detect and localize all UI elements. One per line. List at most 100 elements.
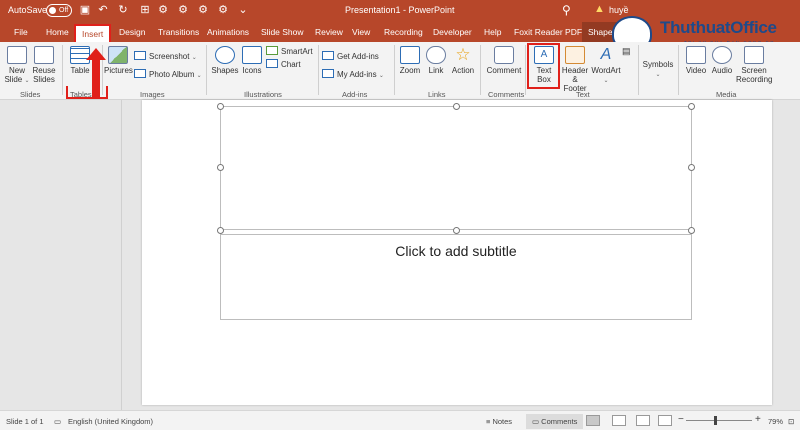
header-footer-icon [565,46,585,64]
annotation-arrow-insert [86,48,106,98]
shapes-button[interactable]: Shapes [210,46,240,75]
chart-button[interactable]: Chart [266,59,301,70]
group-label-comments: Comments [488,90,525,99]
photo-album-button[interactable]: Photo Album ⌄ [134,69,202,82]
slideshow-icon[interactable] [658,415,672,426]
autosave-toggle[interactable]: Off [46,4,72,17]
pictures-button[interactable]: Pictures [104,46,133,75]
notes-label: Notes [492,417,513,426]
tab-design[interactable]: Design [117,22,147,42]
smartart-button[interactable]: SmartArt [266,46,313,57]
proofing-icon[interactable]: ▭ [54,417,61,426]
quick-access-icon-4[interactable]: ⚙ [216,3,230,17]
autosave-state: Off [59,7,69,14]
quick-access-icon[interactable]: ⚙ [156,3,170,17]
fit-to-window-icon[interactable]: ⊡ [788,417,794,426]
resize-handle[interactable] [688,227,695,234]
reuse-slides-button[interactable]: Reuse Slides [31,46,57,84]
tab-animations[interactable]: Animations [205,22,251,42]
language-status[interactable]: English (United Kingdom) [68,417,153,426]
tab-file[interactable]: File [12,22,30,42]
quick-access-icon-3[interactable]: ⚙ [196,3,210,17]
new-slide-button[interactable]: New Slide ⌄ [4,46,30,86]
resize-handle[interactable] [453,103,460,110]
wordart-label: WordArt [591,66,621,75]
undo-icon[interactable]: ↶ [96,3,110,17]
search-icon[interactable]: ⚲ [562,3,571,17]
screen-recording-button[interactable]: Screen Recording [736,46,772,84]
shapes-label: Shapes [211,66,239,75]
reuse-slides-icon [34,46,54,64]
photo-album-label: Photo Album [149,70,195,79]
comment-button[interactable]: Comment [485,46,523,75]
slide-sorter-icon[interactable] [612,415,626,426]
subtitle-placeholder-text[interactable]: Click to add subtitle [221,243,691,259]
header-footer-button[interactable]: Header & Footer [560,46,590,93]
notes-button[interactable]: ≡ Notes [486,417,512,426]
icons-button[interactable]: Icons [240,46,264,75]
slide-canvas[interactable]: Click to add subtitle [142,100,772,405]
wordart-button[interactable]: A WordArt ⌄ [591,46,621,86]
get-addins-button[interactable]: Get Add-ins [322,51,379,62]
tab-view[interactable]: View [350,22,372,42]
symbols-button[interactable]: Symbols ⌄ [642,60,674,80]
comments-button[interactable]: ▭ Comments [526,414,584,429]
audio-button[interactable]: Audio [710,46,734,75]
zoom-level[interactable]: 79% [768,417,783,426]
resize-handle[interactable] [217,227,224,234]
resize-handle[interactable] [688,103,695,110]
video-button[interactable]: Video [684,46,708,75]
save-icon[interactable]: ▣ [78,3,92,17]
header-footer-label-1: Header [561,66,589,75]
zoom-in-icon[interactable]: + [755,414,761,425]
subtitle-placeholder[interactable]: Click to add subtitle [220,234,692,320]
tab-recording[interactable]: Recording [382,22,425,42]
zoom-slider-knob[interactable] [714,416,717,425]
tab-insert[interactable]: Insert [74,24,112,44]
slide-count: Slide 1 of 1 [6,417,44,426]
redo-icon[interactable]: ↻ [116,3,130,17]
title-placeholder[interactable] [220,106,692,230]
tab-review[interactable]: Review [313,22,345,42]
tab-home[interactable]: Home [44,22,71,42]
resize-handle[interactable] [453,227,460,234]
my-addins-button[interactable]: My Add-ins ⌄ [322,69,384,82]
slide-thumbnail-pane[interactable] [0,100,122,410]
autosave-label: AutoSave [8,5,48,15]
resize-handle[interactable] [217,103,224,110]
tab-developer[interactable]: Developer [431,22,474,42]
screenshot-button[interactable]: Screenshot ⌄ [134,51,197,64]
action-button[interactable]: ☆ Action [450,46,476,76]
smartart-label: SmartArt [281,47,313,56]
logo-name: ThuthuatOffice [660,18,777,37]
store-icon [322,51,334,60]
zoom-out-icon[interactable]: − [678,414,684,425]
quick-access-icon-2[interactable]: ⚙ [176,3,190,17]
status-bar: Slide 1 of 1 ▭ English (United Kingdom) … [0,410,800,430]
comment-icon [494,46,514,64]
toggle-knob [49,7,56,14]
resize-handle[interactable] [217,164,224,171]
screen-recording-label-2: Recording [736,75,773,84]
chart-label: Chart [281,60,301,69]
document-title: Presentation1 - PowerPoint [345,5,455,15]
tab-slide-show[interactable]: Slide Show [259,22,306,42]
link-button[interactable]: Link [424,46,448,75]
text-more-icon[interactable]: ▤ [622,46,631,57]
tab-help[interactable]: Help [482,22,503,42]
comment-label: Comment [486,66,522,75]
video-icon [686,46,706,64]
customize-icon[interactable]: ⌄ [236,3,250,17]
tab-transitions[interactable]: Transitions [156,22,201,42]
group-separator [62,45,63,95]
resize-handle[interactable] [688,164,695,171]
text-box-highlight [527,43,560,89]
pictures-icon [108,46,128,64]
zoom-button[interactable]: Zoom [398,46,422,75]
reading-view-icon[interactable] [636,415,650,426]
tab-foxit-reader-pdf[interactable]: Foxit Reader PDF [512,22,584,42]
normal-view-icon[interactable] [586,415,600,426]
present-icon[interactable]: ⊞ [138,3,152,17]
pictures-label: Pictures [104,66,133,75]
zoom-slider[interactable] [686,420,752,421]
